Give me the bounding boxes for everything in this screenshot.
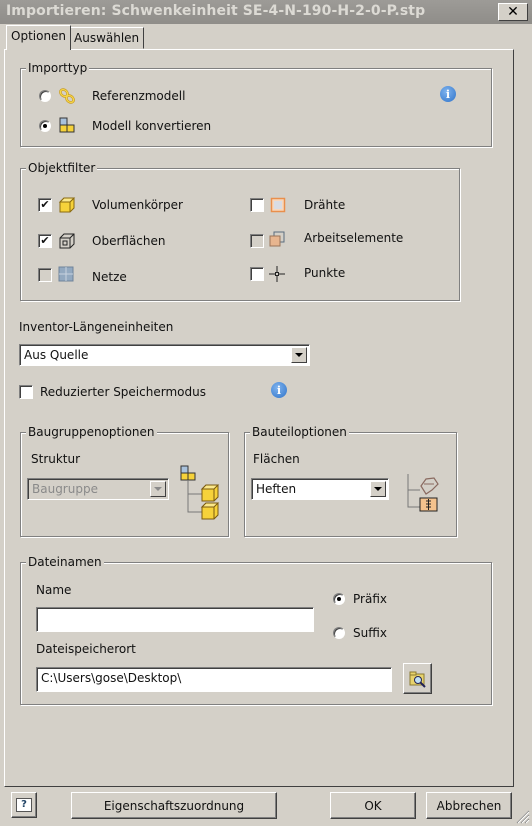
work-features-icon — [269, 231, 285, 247]
structure-label: Struktur — [31, 452, 81, 466]
property-mapping-button[interactable]: Eigenschaftszuordnung — [71, 792, 277, 819]
radio-convert-model[interactable] — [39, 120, 51, 132]
reduced-memory-label: Reduzierter Speichermodus — [40, 385, 206, 399]
browse-button[interactable] — [403, 663, 432, 694]
name-input[interactable] — [36, 607, 314, 632]
radio-prefix[interactable] — [333, 593, 345, 605]
checkbox-punkte[interactable] — [250, 267, 264, 281]
checkbox-reduced-memory[interactable] — [19, 385, 33, 399]
cancel-button[interactable]: Abbrechen — [426, 792, 512, 819]
info-icon[interactable]: i — [440, 86, 456, 102]
import-type-legend: Importtyp — [26, 61, 90, 75]
reference-model-label: Referenzmodell — [92, 89, 186, 103]
close-button[interactable]: ✕ — [498, 3, 528, 21]
checkbox-draehte[interactable] — [250, 198, 264, 212]
oberflaechen-label: Oberflächen — [92, 234, 166, 248]
resize-grip-icon[interactable] — [514, 808, 530, 824]
checkbox-oberflaechen[interactable]: ✔ — [38, 234, 52, 248]
checkbox-arbeitselemente[interactable] — [250, 234, 264, 248]
chevron-down-icon[interactable] — [370, 481, 386, 497]
convert-model-icon — [59, 117, 75, 133]
surface-icon — [59, 233, 75, 249]
help-button[interactable]: ? — [11, 792, 37, 818]
help-icon: ? — [16, 798, 32, 812]
solid-body-icon — [58, 197, 76, 213]
import-type-group — [20, 68, 492, 147]
name-label: Name — [36, 583, 72, 597]
tab-optionen[interactable]: Optionen — [6, 25, 72, 50]
point-icon — [269, 266, 285, 282]
structure-dropdown[interactable]: Baugruppe — [27, 478, 169, 500]
tab-auswaehlen[interactable]: Auswählen — [69, 27, 145, 49]
radio-reference-model[interactable] — [39, 90, 51, 102]
window-title: Importieren: Schwenkeinheit SE-4-N-190-H… — [6, 3, 426, 19]
surfaces-value: Heften — [256, 482, 297, 496]
close-icon: ✕ — [507, 4, 519, 20]
surfaces-label: Flächen — [253, 452, 300, 466]
assembly-structure-icon — [180, 465, 220, 520]
checkbox-volumenkoerper[interactable]: ✔ — [38, 198, 52, 212]
arbeitselemente-label: Arbeitselemente — [304, 231, 404, 245]
part-surfaces-icon — [407, 474, 439, 512]
structure-value: Baugruppe — [32, 482, 98, 496]
folder-search-icon — [409, 671, 426, 688]
location-label: Dateispeicherort — [36, 642, 136, 656]
reference-link-icon — [59, 88, 75, 104]
surfaces-dropdown[interactable]: Heften — [251, 478, 389, 500]
radio-suffix[interactable] — [333, 627, 345, 639]
units-dropdown[interactable]: Aus Quelle — [19, 344, 310, 366]
ok-button[interactable]: OK — [330, 792, 416, 819]
suffix-label: Suffix — [353, 626, 387, 640]
location-input[interactable]: C:\Users\gose\Desktop\ — [36, 667, 392, 692]
punkte-label: Punkte — [304, 266, 346, 280]
file-names-legend: Dateinamen — [26, 555, 104, 569]
wire-icon — [270, 197, 286, 213]
check-mark-icon: ✔ — [40, 198, 50, 211]
part-options-legend: Bauteiloptionen — [250, 425, 349, 439]
assembly-options-legend: Baugruppenoptionen — [26, 425, 157, 439]
units-label: Inventor-Längeneinheiten — [19, 320, 174, 334]
volumenkoerper-label: Volumenkörper — [92, 198, 183, 212]
convert-model-label: Modell konvertieren — [92, 119, 212, 133]
check-mark-icon: ✔ — [40, 234, 50, 247]
chevron-down-icon[interactable] — [291, 347, 307, 363]
prefix-label: Präfix — [353, 592, 387, 606]
title-bar[interactable]: Importieren: Schwenkeinheit SE-4-N-190-H… — [0, 0, 532, 24]
object-filter-legend: Objektfilter — [26, 161, 98, 175]
units-value: Aus Quelle — [24, 348, 89, 362]
info-icon[interactable]: i — [271, 382, 287, 398]
netze-label: Netze — [92, 270, 127, 284]
mesh-icon — [58, 266, 74, 282]
checkbox-netze[interactable] — [38, 268, 52, 282]
draehte-label: Drähte — [304, 198, 346, 212]
chevron-down-icon[interactable] — [150, 481, 166, 497]
